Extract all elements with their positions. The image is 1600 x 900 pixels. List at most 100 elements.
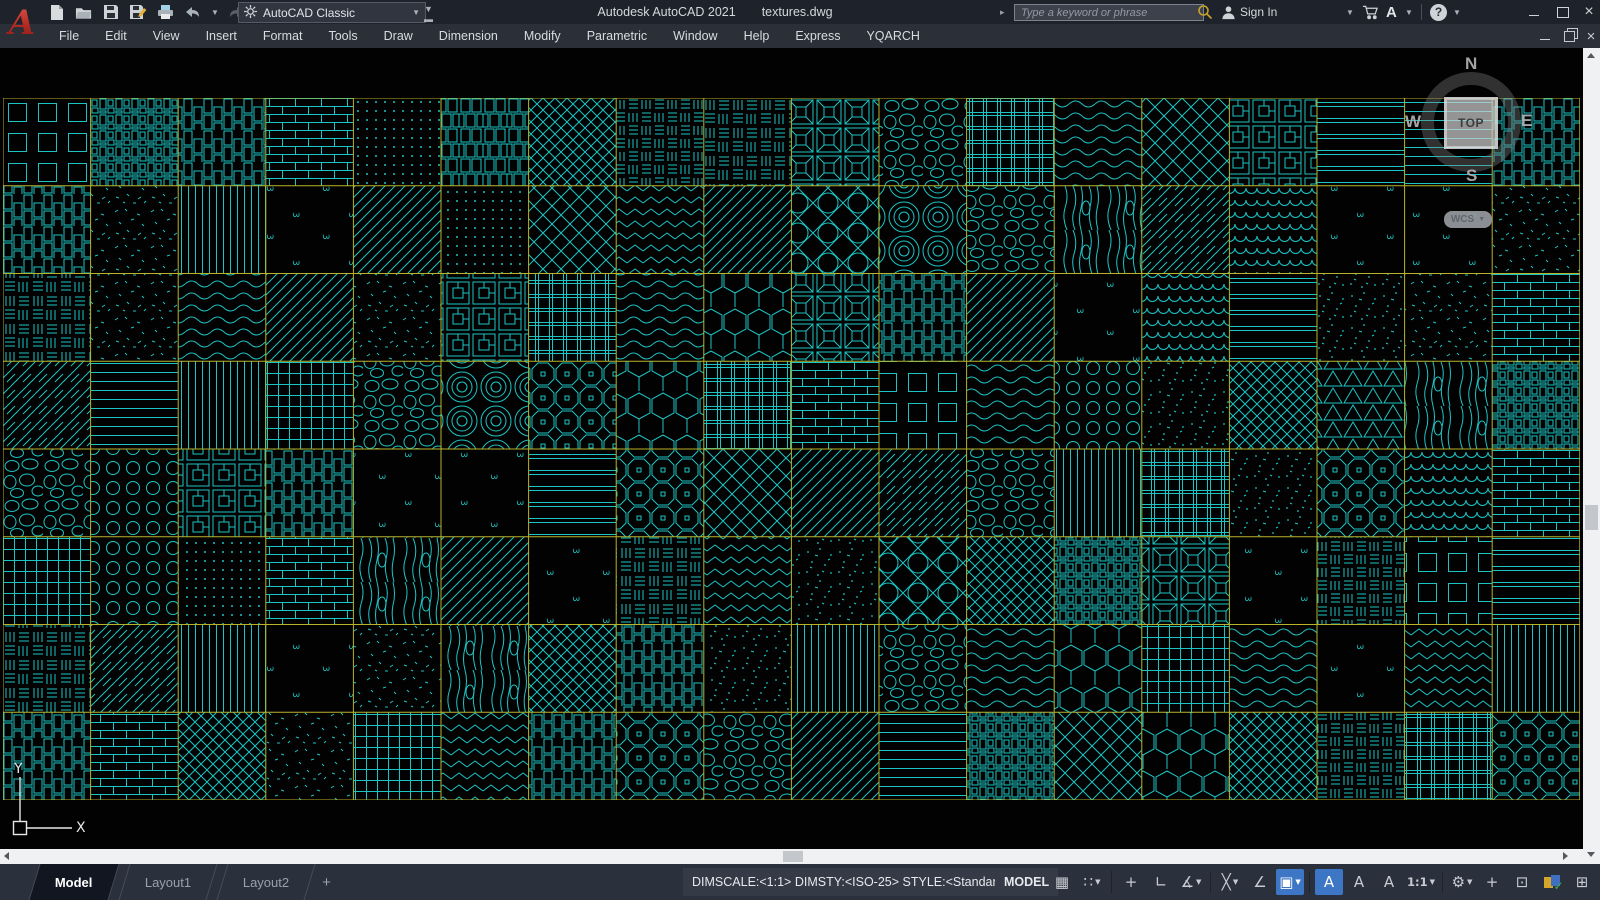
pattern-cell[interactable] xyxy=(1054,274,1142,362)
pattern-cell[interactable] xyxy=(1317,274,1405,362)
tab-model[interactable]: Model xyxy=(28,864,119,900)
pattern-cell[interactable] xyxy=(1492,186,1580,274)
new-file-icon[interactable] xyxy=(48,3,66,21)
pattern-cell[interactable] xyxy=(791,186,879,274)
menu-item-window[interactable]: Window xyxy=(660,24,730,48)
pattern-cell[interactable] xyxy=(1317,98,1405,186)
pattern-cell[interactable] xyxy=(791,449,879,537)
pattern-cell[interactable] xyxy=(1229,186,1317,274)
pattern-cell[interactable] xyxy=(879,537,967,625)
pattern-cell[interactable] xyxy=(3,624,91,712)
pattern-cell[interactable] xyxy=(1317,361,1405,449)
pattern-cell[interactable] xyxy=(441,624,529,712)
autodesk-dropdown-icon[interactable]: ▼ xyxy=(1404,0,1413,24)
polar-tracking-icon[interactable]: ∡▼ xyxy=(1177,869,1205,895)
pattern-cell[interactable] xyxy=(441,537,529,625)
pattern-cell[interactable] xyxy=(3,449,91,537)
pattern-cell[interactable] xyxy=(967,274,1055,362)
pattern-cell[interactable] xyxy=(1405,449,1493,537)
pattern-cell[interactable] xyxy=(266,186,354,274)
dynamic-input-icon[interactable]: + xyxy=(1117,869,1145,895)
viewcube-north[interactable]: N xyxy=(1465,54,1477,74)
pattern-cell[interactable] xyxy=(178,274,266,362)
qat-customize-icon[interactable]: ▼▬ xyxy=(424,4,433,24)
pattern-cell[interactable] xyxy=(1317,624,1405,712)
pattern-cell[interactable] xyxy=(791,537,879,625)
pattern-cell[interactable] xyxy=(353,449,441,537)
pattern-cell[interactable] xyxy=(879,624,967,712)
pattern-cell[interactable] xyxy=(967,449,1055,537)
help-icon[interactable]: ? xyxy=(1430,0,1447,24)
pattern-cell[interactable] xyxy=(1405,712,1493,800)
pattern-cell[interactable] xyxy=(441,361,529,449)
viewcube-west[interactable]: W xyxy=(1405,112,1421,132)
pattern-cell[interactable] xyxy=(441,98,529,186)
ortho-mode-icon[interactable]: ∟ xyxy=(1147,869,1175,895)
pattern-cell[interactable] xyxy=(1054,537,1142,625)
object-snap-2d-icon[interactable]: ∠ xyxy=(1246,869,1274,895)
pattern-cell[interactable] xyxy=(1229,624,1317,712)
pattern-cell[interactable] xyxy=(1142,624,1230,712)
pattern-cell[interactable] xyxy=(791,712,879,800)
scroll-down-icon[interactable] xyxy=(1587,852,1595,857)
pattern-cell[interactable] xyxy=(353,712,441,800)
pattern-cell[interactable] xyxy=(91,537,179,625)
pattern-cell[interactable] xyxy=(1317,186,1405,274)
pattern-cell[interactable] xyxy=(704,98,792,186)
user-icon[interactable] xyxy=(1221,0,1236,24)
pattern-cell[interactable] xyxy=(1492,712,1580,800)
pattern-cell[interactable] xyxy=(529,98,617,186)
pattern-cell[interactable] xyxy=(1142,712,1230,800)
object-snap-tracking-icon[interactable]: ╳▼ xyxy=(1216,869,1244,895)
viewcube-south[interactable]: S xyxy=(1466,166,1477,186)
pattern-cell[interactable] xyxy=(91,186,179,274)
pattern-cell[interactable] xyxy=(266,98,354,186)
pattern-cell[interactable] xyxy=(967,624,1055,712)
pattern-cell[interactable] xyxy=(266,449,354,537)
pattern-cell[interactable] xyxy=(1492,361,1580,449)
workspace-switching-icon[interactable]: ⚙▼ xyxy=(1448,869,1476,895)
pattern-cell[interactable] xyxy=(266,274,354,362)
pattern-cell[interactable] xyxy=(1492,449,1580,537)
viewcube-top-face[interactable]: TOP xyxy=(1444,97,1498,149)
pattern-cell[interactable] xyxy=(266,712,354,800)
pattern-cell[interactable] xyxy=(529,712,617,800)
open-file-icon[interactable] xyxy=(75,3,93,21)
menu-item-modify[interactable]: Modify xyxy=(511,24,574,48)
pattern-cell[interactable] xyxy=(3,361,91,449)
pattern-cell[interactable] xyxy=(967,186,1055,274)
new-layout-button[interactable]: + xyxy=(322,864,331,900)
pattern-cell[interactable] xyxy=(1492,624,1580,712)
pattern-cell[interactable] xyxy=(91,361,179,449)
pattern-cell[interactable] xyxy=(967,98,1055,186)
pattern-cell[interactable] xyxy=(91,274,179,362)
search-input[interactable] xyxy=(1014,4,1204,21)
pattern-cell[interactable] xyxy=(441,274,529,362)
menu-item-help[interactable]: Help xyxy=(731,24,783,48)
pattern-cell[interactable] xyxy=(704,537,792,625)
pattern-cell[interactable] xyxy=(1142,449,1230,537)
pattern-cell[interactable] xyxy=(529,274,617,362)
pattern-cell[interactable] xyxy=(704,624,792,712)
pattern-cell[interactable] xyxy=(178,98,266,186)
horizontal-scroll-thumb[interactable] xyxy=(783,851,803,862)
menu-item-draw[interactable]: Draw xyxy=(371,24,426,48)
menu-item-dimension[interactable]: Dimension xyxy=(426,24,511,48)
pattern-cell[interactable] xyxy=(529,361,617,449)
annotation-scale-icon[interactable]: A xyxy=(1375,869,1403,895)
pattern-cell[interactable] xyxy=(178,712,266,800)
pattern-cell[interactable] xyxy=(879,449,967,537)
workspace-switcher[interactable]: AutoCAD Classic ▼ xyxy=(238,2,426,23)
pattern-cell[interactable] xyxy=(1142,98,1230,186)
pattern-cell[interactable] xyxy=(529,537,617,625)
doc-close-button[interactable]: × xyxy=(1580,24,1600,48)
autodesk-a-icon[interactable]: A xyxy=(1386,0,1397,24)
pattern-cell[interactable] xyxy=(178,624,266,712)
graphics-performance-icon[interactable]: ✓ xyxy=(1538,869,1566,895)
pattern-cell[interactable] xyxy=(791,98,879,186)
pattern-cell[interactable] xyxy=(1229,712,1317,800)
pattern-cell[interactable] xyxy=(1054,449,1142,537)
menu-item-parametric[interactable]: Parametric xyxy=(574,24,660,48)
pattern-cell[interactable] xyxy=(616,98,704,186)
pattern-cell[interactable] xyxy=(1405,186,1493,274)
